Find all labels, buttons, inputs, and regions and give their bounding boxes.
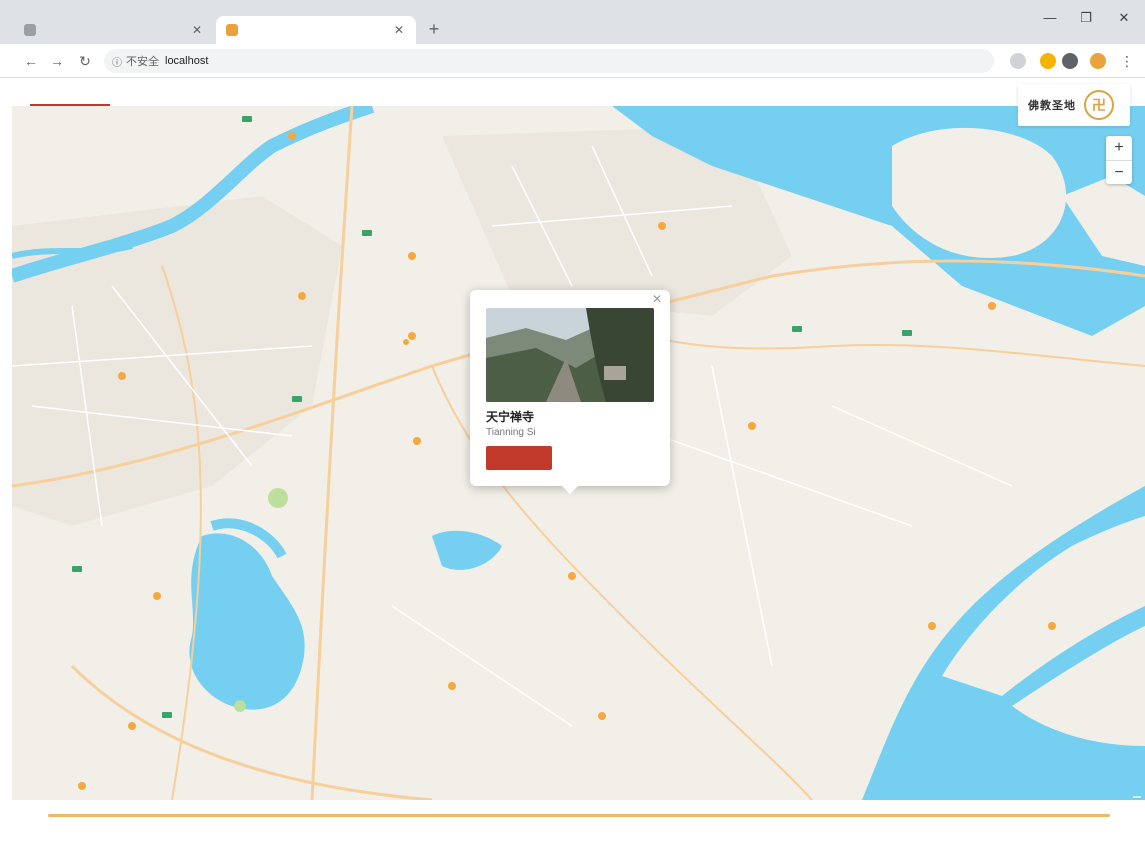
bookmark-star-icon[interactable] xyxy=(1010,53,1026,69)
timeline-labels-row xyxy=(30,838,1120,850)
close-tab-icon[interactable]: ✕ xyxy=(190,23,204,37)
tab-favicon-icon xyxy=(24,24,36,36)
zoom-in-button[interactable]: + xyxy=(1106,136,1132,160)
place-title: 天宁禅寺 xyxy=(486,410,535,424)
tab-favicon-icon xyxy=(226,24,238,36)
minimize-icon[interactable]: — xyxy=(1038,10,1062,25)
browser-tab-strip: ✕ ✕ + — ❐ ✕ xyxy=(0,0,1145,44)
nav-tab-second[interactable] xyxy=(110,78,190,106)
timeline-labels-row xyxy=(30,822,1120,834)
app-header xyxy=(0,78,1145,106)
browser-tab-active[interactable]: ✕ xyxy=(216,16,416,44)
timeline xyxy=(0,800,1145,856)
extension-icon[interactable] xyxy=(1040,53,1056,69)
close-popup-icon[interactable]: ✕ xyxy=(652,292,662,306)
browser-tab-inactive[interactable]: ✕ xyxy=(14,16,214,44)
extension-icon[interactable] xyxy=(1062,53,1078,69)
place-photo xyxy=(486,308,654,402)
menu-kebab-icon[interactable]: ⋮ xyxy=(1118,52,1136,70)
place-popup: ✕ 天宁禅寺 Tianning Si xyxy=(470,290,670,494)
forward-arrow-icon[interactable]: → xyxy=(48,52,66,70)
info-icon[interactable]: ⓘ xyxy=(112,54,122,69)
timeline-bar[interactable] xyxy=(48,814,1110,817)
nav-tab-map[interactable] xyxy=(30,78,110,106)
maximize-icon[interactable]: ❐ xyxy=(1074,10,1098,26)
zoom-out-button[interactable]: − xyxy=(1106,160,1132,184)
reload-icon[interactable]: ↻ xyxy=(76,52,94,70)
map-attribution xyxy=(1133,796,1141,798)
logo-emblem-icon: 卍 xyxy=(1084,90,1114,120)
back-arrow-icon[interactable]: ← xyxy=(22,52,40,70)
browser-toolbar: ← → ↻ ⓘ 不安全 localhost ⋮ xyxy=(0,44,1145,78)
place-more-button[interactable] xyxy=(486,446,552,470)
new-tab-button[interactable]: + xyxy=(424,20,444,40)
place-subtitle: Tianning Si xyxy=(486,427,536,438)
profile-avatar[interactable] xyxy=(1090,53,1106,69)
address-bar[interactable]: ⓘ 不安全 localhost xyxy=(104,49,994,73)
close-window-icon[interactable]: ✕ xyxy=(1112,10,1136,26)
security-label: 不安全 xyxy=(126,56,159,68)
map-zoom-control: + − xyxy=(1106,136,1132,184)
app-logo: 佛教圣地 卍 xyxy=(1018,84,1130,126)
url-text: localhost xyxy=(165,55,209,67)
logo-text: 佛教圣地 xyxy=(1028,100,1076,112)
close-tab-icon[interactable]: ✕ xyxy=(392,23,406,37)
